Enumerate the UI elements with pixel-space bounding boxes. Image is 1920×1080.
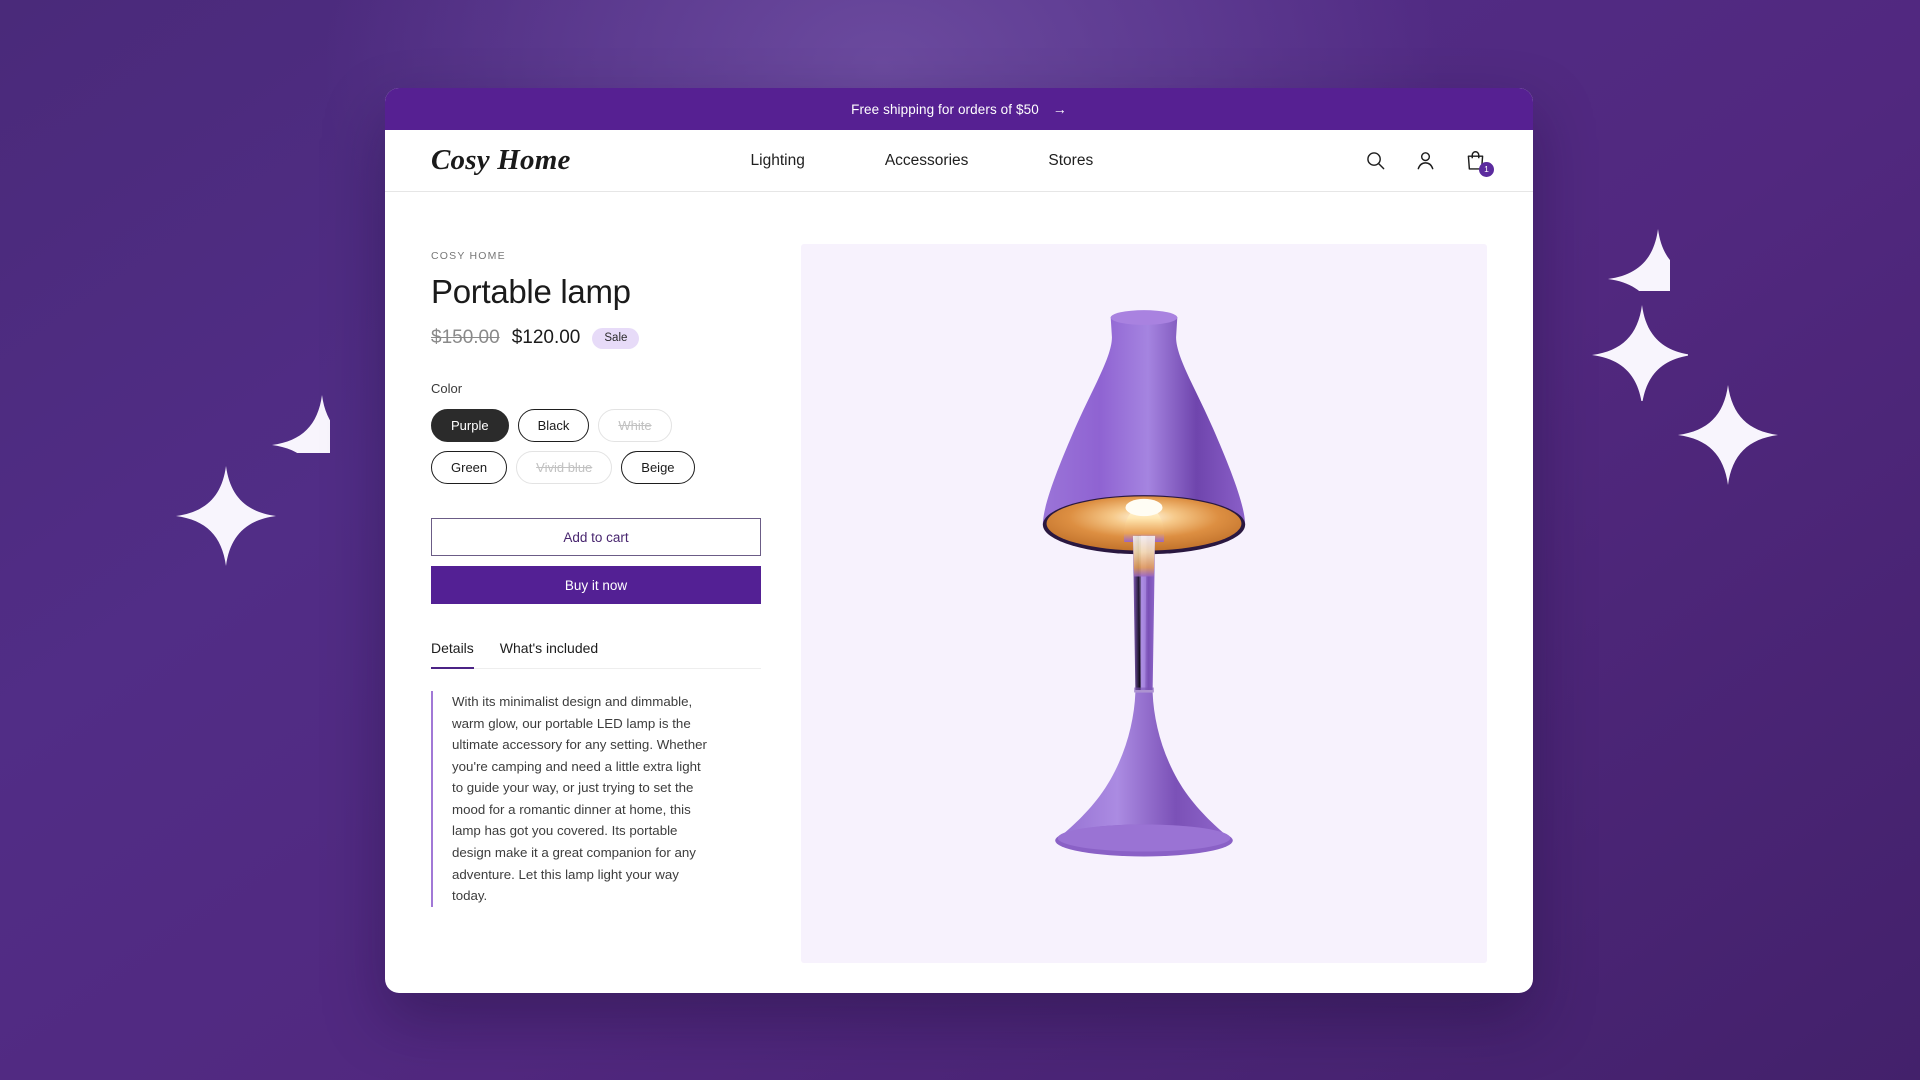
product-vendor: COSY HOME	[431, 250, 506, 262]
user-icon[interactable]	[1414, 149, 1437, 172]
shopping-bag-icon[interactable]: 1	[1464, 149, 1494, 177]
arrow-right-icon: →	[1052, 101, 1067, 117]
sparkle-decoration	[176, 466, 276, 566]
status-badge: Sale	[592, 327, 640, 350]
current-price: $120.00	[511, 327, 581, 349]
nav-link-accessories[interactable]: Accessories	[885, 152, 969, 170]
page-backdrop: Free shipping for orders of $50 → Cosy H…	[0, 0, 1920, 1080]
color-swatch-beige[interactable]: Beige	[621, 451, 695, 485]
storefront-window: Free shipping for orders of $50 → Cosy H…	[385, 88, 1533, 993]
sparkle-decoration	[1592, 305, 1688, 401]
site-logo[interactable]: Cosy Home	[431, 144, 571, 177]
color-swatch-green[interactable]: Green	[431, 451, 508, 485]
compare-at-price: $150.00	[431, 327, 500, 349]
purple-portable-lamp-image	[1042, 309, 1246, 857]
site-header: Cosy Home Lighting Accessories Stores 1	[385, 130, 1533, 192]
sparkle-decoration	[272, 395, 330, 453]
color-swatch-black[interactable]: Black	[517, 409, 590, 443]
product-description: With its minimalist design and dimmable,…	[431, 691, 707, 907]
nav-link-lighting[interactable]: Lighting	[751, 152, 805, 170]
color-swatch-white: White	[598, 409, 672, 443]
buy-it-now-button[interactable]: Buy it now	[431, 566, 761, 605]
nav-link-stores[interactable]: Stores	[1048, 152, 1093, 170]
price-row: $150.00 $120.00 Sale	[431, 327, 761, 350]
color-swatch-purple[interactable]: Purple	[431, 409, 509, 443]
sparkle-decoration	[1678, 385, 1802, 509]
add-to-cart-button[interactable]: Add to cart	[431, 518, 761, 557]
color-swatch-group: Purple Black White Green Vivid blue Beig…	[431, 409, 731, 485]
product-image-panel	[801, 244, 1487, 963]
announcement-bar[interactable]: Free shipping for orders of $50 →	[385, 88, 1533, 130]
product-page: COSY HOME Portable lamp $150.00 $120.00 …	[385, 192, 1533, 993]
color-option-label: Color	[431, 381, 463, 397]
sparkle-decoration	[1608, 229, 1670, 291]
product-details-column: COSY HOME Portable lamp $150.00 $120.00 …	[431, 244, 761, 993]
product-info-tabs: Details What's included	[431, 640, 761, 670]
cart-count-badge: 1	[1479, 162, 1494, 177]
color-swatch-vivid-blue: Vivid blue	[516, 451, 613, 485]
search-icon[interactable]	[1364, 149, 1387, 172]
page-title: Portable lamp	[431, 273, 631, 310]
tab-details[interactable]: Details	[431, 640, 474, 670]
header-actions: 1	[1364, 149, 1494, 177]
main-navigation: Lighting Accessories Stores	[751, 152, 1094, 170]
tab-whats-included[interactable]: What's included	[500, 640, 598, 669]
announcement-text: Free shipping for orders of $50	[851, 101, 1039, 117]
